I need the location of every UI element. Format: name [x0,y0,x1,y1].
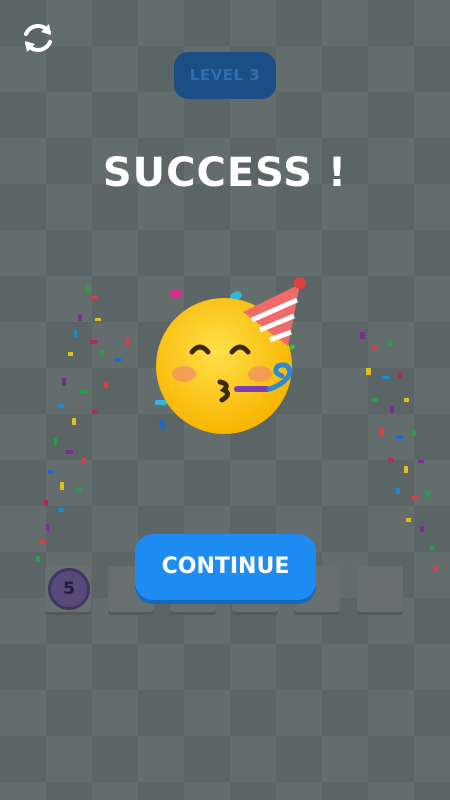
refresh-button[interactable] [18,18,58,58]
refresh-icon [24,24,52,52]
continue-button[interactable]: CONTINUE [135,534,316,600]
level-badge: LEVEL 3 [174,52,276,99]
board-slot [357,566,403,612]
number-token: 5 [48,568,90,610]
success-title: SUCCESS ! [102,150,348,196]
party-face-icon [156,277,306,434]
